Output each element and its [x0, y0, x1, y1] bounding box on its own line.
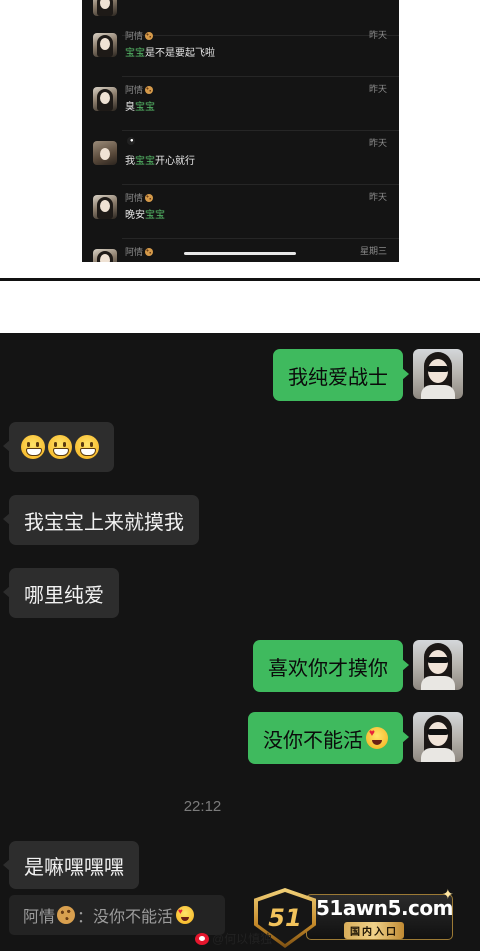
sparkle-icon: ✦: [442, 886, 454, 902]
message-text: 哪里纯爱: [24, 584, 104, 607]
8-ball-icon: [127, 137, 135, 145]
comment-row[interactable]: 阿情 宝宝是不是要起飞啦 昨天: [82, 23, 399, 77]
message-bubble-in[interactable]: 哪里纯爱: [3, 568, 119, 618]
comment-row[interactable]: 我宝宝开心就行 昨天: [82, 131, 399, 185]
comment-time: 昨天: [368, 84, 387, 94]
grinning-face-icon: [48, 435, 72, 459]
comment-author: 阿情: [125, 83, 154, 96]
quote-author: 阿情: [23, 909, 56, 926]
avatar[interactable]: [413, 349, 463, 399]
comment-list-screenshot: 阿情 阿情 宝宝是不是要起飞啦 昨天 阿情 臭宝宝 昨天 我宝宝开心就行 昨天 …: [82, 0, 399, 262]
avatar[interactable]: [413, 640, 463, 690]
weibo-icon: [195, 932, 209, 945]
home-indicator[interactable]: [184, 252, 296, 255]
cookie-icon: [145, 247, 154, 256]
comment-author: 阿情: [125, 245, 154, 258]
comment-time: 昨天: [368, 138, 387, 148]
comment-text: 臭宝宝: [125, 102, 155, 113]
heart-eyes-icon: [176, 906, 195, 924]
avatar[interactable]: [413, 712, 463, 762]
cookie-icon: [145, 31, 154, 40]
watermark-logo: 51 51awn5.com 国内入口 ✦: [254, 886, 454, 948]
cookie-icon: [57, 906, 76, 924]
comment-text: 我宝宝开心就行: [125, 156, 195, 167]
comment-text: 晚安宝宝: [125, 210, 165, 221]
message-bubble-out[interactable]: 我纯爱战士: [273, 349, 409, 401]
message-bubble-out[interactable]: 喜欢你才摸你: [253, 640, 409, 692]
message-bubble-in[interactable]: [3, 422, 114, 472]
separator: [0, 278, 480, 281]
comment-row[interactable]: 阿情 臭宝宝 昨天: [82, 77, 399, 131]
avatar: [93, 33, 117, 57]
weibo-watermark: @何以慎独: [195, 930, 272, 947]
chat-timestamp: 22:12: [183, 798, 222, 815]
comment-row[interactable]: 阿情 星期三: [82, 239, 399, 262]
quoted-message[interactable]: 阿情 ： 没你不能活: [9, 895, 225, 935]
avatar: [93, 87, 117, 111]
heart-eyes-icon: [366, 727, 388, 749]
avatar: [93, 141, 117, 165]
message-bubble-in[interactable]: 是嘛嘿嘿嘿: [3, 841, 139, 889]
comment-author: 阿情: [125, 29, 154, 42]
message-bubble-in[interactable]: 我宝宝上来就摸我: [3, 495, 199, 545]
message-text: 我纯爱战士: [288, 366, 388, 389]
message-bubble-out[interactable]: 没你不能活: [248, 712, 409, 764]
message-text: 我宝宝上来就摸我: [24, 511, 184, 534]
comment-author: [125, 137, 135, 145]
avatar: [93, 249, 117, 262]
comment-text: 宝宝是不是要起飞啦: [125, 48, 215, 59]
weibo-handle: @何以慎独: [212, 932, 273, 946]
message-text: 是嘛嘿嘿嘿: [24, 856, 124, 879]
grinning-face-icon: [21, 435, 45, 459]
cookie-icon: [145, 85, 154, 94]
comment-row[interactable]: 阿情 晚安宝宝 昨天: [82, 185, 399, 239]
grinning-face-icon: [75, 435, 99, 459]
comment-author: 阿情: [125, 191, 154, 204]
comment-time: 昨天: [368, 192, 387, 202]
chat-screenshot: 我纯爱战士 我宝宝上来就摸我 哪里纯爱 喜欢你才摸你 没你不能活 22:12 是…: [0, 333, 480, 951]
avatar: [93, 195, 117, 219]
message-text: 没你不能活: [263, 729, 363, 752]
cookie-icon: [145, 193, 154, 202]
quote-text: 没你不能活: [93, 909, 174, 926]
message-text: 喜欢你才摸你: [268, 657, 388, 680]
comment-time: 昨天: [368, 30, 387, 40]
comment-time: 星期三: [359, 246, 387, 256]
logo-domain: 51awn5.com: [316, 896, 454, 920]
avatar: [93, 0, 117, 16]
logo-tag: 国内入口: [344, 922, 404, 939]
